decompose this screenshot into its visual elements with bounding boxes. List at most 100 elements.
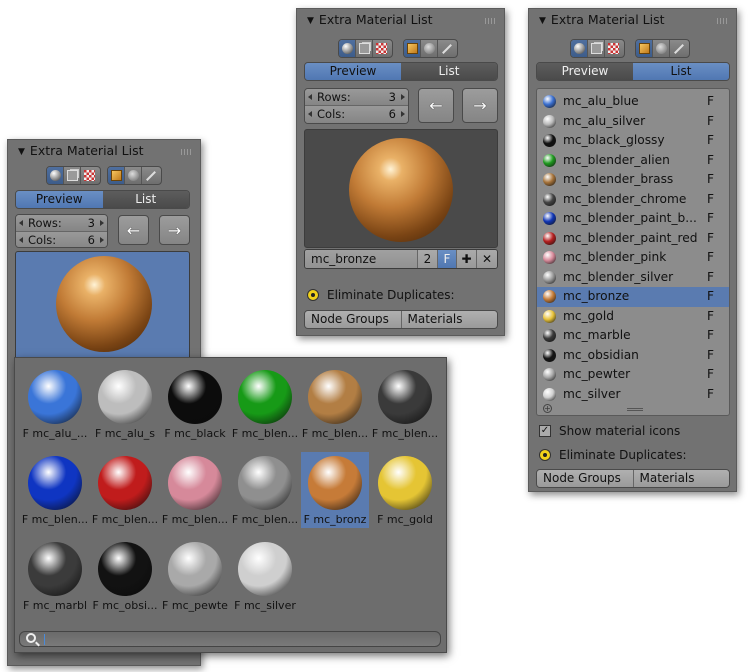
fake-user-flag[interactable]: F [707, 112, 714, 132]
collapse-triangle-icon[interactable]: ▼ [18, 147, 25, 157]
tab-preview[interactable]: Preview [305, 63, 401, 80]
list-item[interactable]: mc_blender_paint_red F [537, 229, 729, 249]
list-item[interactable]: mc_marble F [537, 326, 729, 346]
list-item[interactable]: mc_bronze F [537, 287, 729, 307]
next-arrow-button[interactable]: → [159, 215, 190, 245]
drag-grip-icon[interactable] [485, 18, 497, 24]
fake-user-flag[interactable]: F [707, 385, 714, 405]
brush-icon[interactable] [670, 40, 687, 57]
fake-user-flag[interactable]: F [707, 326, 714, 346]
tab-preview[interactable]: Preview [537, 63, 633, 80]
rows-field[interactable]: Rows: 3 [305, 89, 408, 106]
brush-icon[interactable] [142, 167, 159, 184]
list-item[interactable]: mc_obsidian F [537, 346, 729, 366]
panel-header[interactable]: ▼ Extra Material List [297, 9, 504, 33]
material-sphere-icon[interactable] [339, 40, 356, 57]
fake-user-flag[interactable]: F [707, 151, 714, 171]
grid-item[interactable]: F mc_gold [371, 452, 439, 528]
grid-item[interactable]: F mc_blen... [91, 452, 159, 528]
next-arrow-button[interactable]: → [462, 88, 498, 123]
grid-item[interactable]: F mc_pewte [161, 538, 229, 614]
prev-arrow-button[interactable]: ← [418, 88, 454, 123]
world-sphere-icon[interactable] [421, 40, 438, 57]
collapse-triangle-icon[interactable]: ▼ [307, 16, 314, 26]
list-item[interactable]: mc_alu_blue F [537, 92, 729, 112]
stack-icon[interactable] [588, 40, 605, 57]
rows-field[interactable]: Rows: 3 [16, 215, 107, 232]
search-input[interactable] [19, 631, 441, 647]
panel-header[interactable]: ▼ Extra Material List [8, 140, 200, 164]
unlink-material-icon[interactable]: ✕ [477, 250, 497, 268]
list-item[interactable]: mc_blender_silver F [537, 268, 729, 288]
fake-user-flag[interactable]: F [707, 190, 714, 210]
materials-button[interactable]: Materials [633, 470, 729, 487]
fake-user-flag[interactable]: F [707, 170, 714, 190]
checker-icon[interactable] [605, 40, 622, 57]
world-sphere-icon[interactable] [653, 40, 670, 57]
grid-item[interactable]: F mc_alu_s [91, 366, 159, 442]
fake-user-flag[interactable]: F [707, 287, 714, 307]
panel-header[interactable]: ▼ Extra Material List [529, 9, 736, 33]
cols-field[interactable]: Cols: 6 [16, 232, 107, 247]
list-item[interactable]: mc_blender_brass F [537, 170, 729, 190]
fake-user-flag[interactable]: F [707, 209, 714, 229]
node-groups-button[interactable]: Node Groups [305, 311, 402, 328]
stack-icon[interactable] [356, 40, 373, 57]
grid-item[interactable]: F mc_black [161, 366, 229, 442]
fake-user-flag[interactable]: F [707, 248, 714, 268]
tab-list[interactable]: List [633, 63, 729, 80]
tab-preview[interactable]: Preview [16, 191, 103, 208]
list-resize-handle[interactable] [627, 408, 643, 411]
cube-icon[interactable] [404, 40, 421, 57]
brush-icon[interactable] [438, 40, 455, 57]
node-groups-button[interactable]: Node Groups [537, 470, 634, 487]
grid-item[interactable]: F mc_blen... [231, 366, 299, 442]
drag-grip-icon[interactable] [181, 149, 193, 155]
fake-user-flag[interactable]: F [707, 307, 714, 327]
cube-icon[interactable] [636, 40, 653, 57]
cube-icon[interactable] [108, 167, 125, 184]
add-material-icon[interactable]: ✚ [457, 250, 477, 268]
list-item[interactable]: mc_alu_silver F [537, 112, 729, 132]
show-icons-checkbox[interactable]: ✓ [539, 425, 551, 437]
list-item[interactable]: mc_blender_alien F [537, 151, 729, 171]
fake-user-flag[interactable]: F [707, 268, 714, 288]
list-item[interactable]: mc_blender_chrome F [537, 190, 729, 210]
prev-arrow-button[interactable]: ← [118, 215, 149, 245]
cols-field[interactable]: Cols: 6 [305, 106, 408, 123]
list-add-icon[interactable]: + [543, 404, 552, 413]
checker-icon[interactable] [373, 40, 390, 57]
grid-item[interactable]: F mc_blen... [21, 452, 89, 528]
world-sphere-icon[interactable] [125, 167, 142, 184]
materials-button[interactable]: Materials [401, 311, 497, 328]
material-preview[interactable] [15, 251, 190, 361]
list-item[interactable]: mc_black_glossy F [537, 131, 729, 151]
grid-item[interactable]: F mc_silver [231, 538, 299, 614]
fake-user-flag[interactable]: F [707, 346, 714, 366]
grid-item[interactable]: F mc_blen... [301, 366, 369, 442]
grid-item[interactable]: F mc_marbl [21, 538, 89, 614]
fake-user-flag[interactable]: F [707, 229, 714, 249]
checker-icon[interactable] [81, 167, 98, 184]
material-name-field[interactable]: mc_bronze [305, 250, 418, 268]
material-preview[interactable] [304, 129, 498, 248]
drag-grip-icon[interactable] [717, 18, 729, 24]
list-item[interactable]: mc_pewter F [537, 365, 729, 385]
grid-item[interactable]: F mc_blen... [161, 452, 229, 528]
list-item[interactable]: mc_gold F [537, 307, 729, 327]
fake-user-flag[interactable]: F [707, 131, 714, 151]
fake-user-flag[interactable]: F [707, 92, 714, 112]
grid-item[interactable]: F mc_blen... [371, 366, 439, 442]
tab-list[interactable]: List [401, 63, 497, 80]
grid-item[interactable]: F mc_blen... [231, 452, 299, 528]
list-item[interactable]: mc_blender_paint_b... F [537, 209, 729, 229]
fake-user-flag[interactable]: F [707, 365, 714, 385]
grid-item[interactable]: F mc_alu_... [21, 366, 89, 442]
collapse-triangle-icon[interactable]: ▼ [539, 16, 546, 26]
list-item[interactable]: mc_blender_pink F [537, 248, 729, 268]
tab-list[interactable]: List [102, 191, 189, 208]
grid-item[interactable]: F mc_bronz [301, 452, 369, 528]
material-sphere-icon[interactable] [47, 167, 64, 184]
grid-item[interactable]: F mc_obsi... [91, 538, 159, 614]
stack-icon[interactable] [64, 167, 81, 184]
